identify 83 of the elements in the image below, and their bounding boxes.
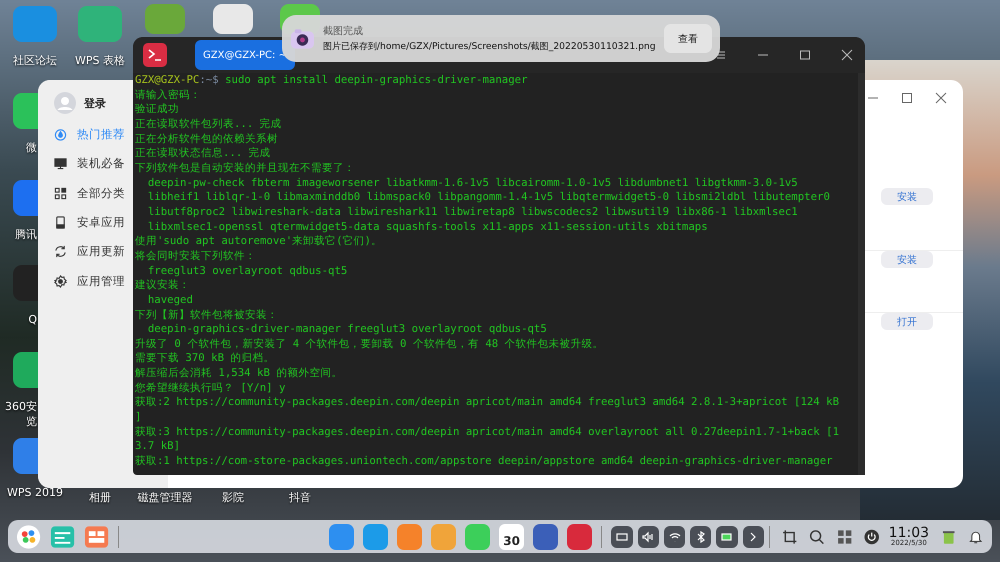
terminal-output-line: 正在读取状态信息... 完成 <box>135 146 271 161</box>
terminal-output-line: 正在分析软件包的依赖关系树 <box>135 132 278 146</box>
flame-icon <box>54 128 67 142</box>
action-button[interactable]: 安装 <box>881 188 933 205</box>
keyboard-icon[interactable] <box>611 526 633 548</box>
maximize-icon[interactable] <box>799 49 811 61</box>
icon-label: 社区论坛 <box>13 53 57 68</box>
chevron-icon[interactable] <box>742 526 764 548</box>
refresh-icon <box>54 245 67 258</box>
terminal-output-line: deepin-pw-check fbterm imageworsener libatkmm-1.6-1v5 libcairomm-1.0-1v5 libdumbnet1 libgtkmm-3.0-1v5 <box>146 176 798 190</box>
nav-item[interactable]: 装机必备 <box>54 149 125 179</box>
app-grid-icon[interactable] <box>84 524 110 550</box>
terminal-output-line: 将会同时安装下列软件： <box>135 248 256 264</box>
terminal-output-line: 获取:2 https://community-packages.deepin.com/deepin apricot/main amd64 freeglut3 amd64 2.8.1-3+apricot [124 kB <box>135 395 840 410</box>
clock-time[interactable]: 11:03 <box>888 526 930 540</box>
view-button[interactable]: 查看 <box>664 24 712 53</box>
icon-label: 微 <box>26 140 37 155</box>
terminal-output-line: 升级了 0 个软件包，新安装了 4 个软件包，要卸载 0 个软件包，有 48 个软件包未被升级。 <box>135 336 604 352</box>
notification-title: 截图完成 <box>322 24 364 38</box>
nav-item[interactable]: 应用管理 <box>54 266 125 296</box>
icon-label: 览 <box>26 414 37 429</box>
terminal-output-line: 获取:1 https://com-store-packages.uniontech.com/appstore deepin/appstore amd64 deepin-graphics-driver-manager <box>135 454 833 469</box>
calendar-icon[interactable]: 30 <box>499 524 524 550</box>
nav-item[interactable]: 全部分类 <box>54 178 125 208</box>
icon-label: 相册 <box>89 490 111 505</box>
nav-item[interactable]: 应用更新 <box>54 237 125 266</box>
terminal-output-line: libheif1 liblqr-1-0 libmaxminddb0 libmspack0 libpangomm-1.4-1v5 libqtermwidget5-0 libsmi2ldbl libutempter0 <box>146 190 830 205</box>
battery-icon[interactable] <box>716 526 738 548</box>
menu-icon[interactable] <box>715 49 727 61</box>
notification-message: 图片已保存到/home/GZX/Pictures/Screenshots/截图_20220530110321.png <box>322 40 656 53</box>
icon-label: Q <box>28 312 37 327</box>
close-icon[interactable] <box>841 49 853 61</box>
command-line: GZX@GZX-PC:~$ sudo apt install deepin-graphics-driver-manager <box>135 73 528 88</box>
app-icon[interactable] <box>13 93 38 129</box>
terminal-output-line: 3.7 kB] <box>135 439 180 454</box>
terminal-output-line: 请输入密码： <box>135 88 201 102</box>
action-button[interactable]: 安装 <box>881 251 933 268</box>
terminal-output-line: 正在读取软件包列表... 完成 <box>135 116 282 132</box>
app-icon[interactable] <box>13 352 38 388</box>
terminal-output-line: 验证成功 <box>135 102 179 117</box>
monitor-icon <box>54 157 67 170</box>
wifi-icon[interactable] <box>664 526 686 548</box>
bluetooth-icon[interactable] <box>690 526 712 548</box>
terminal-output-line: libxmlsec1-openssl qtermwidget5-data squashfs-tools x11-apps x11-session-utils xbitmaps <box>146 220 708 234</box>
trash-icon[interactable] <box>941 528 956 544</box>
screenshot-icon[interactable] <box>782 528 798 544</box>
gear-icon <box>54 274 67 288</box>
camera-icon <box>290 28 315 50</box>
icon-label: 影院 <box>222 490 244 505</box>
icon-label: 腾讯 <box>15 227 37 242</box>
terminal-output-line: 建议安装： <box>135 278 190 293</box>
terminal-output-line: freeglut3 overlayroot qdbus-qt5 <box>146 264 348 278</box>
notification-bell-icon[interactable] <box>968 528 984 544</box>
volume-icon[interactable] <box>638 526 659 548</box>
terminal-output-line: 下列软件包是自动安装的并且现在不需要了： <box>135 160 355 176</box>
launcher-icon[interactable] <box>16 524 42 550</box>
icon-label: 抖音 <box>289 490 311 505</box>
search-icon[interactable] <box>809 528 825 544</box>
icon-label: WPS 2019 <box>7 485 63 500</box>
terminal-output-line: 您希望继续执行吗？ [Y/n] y <box>135 380 286 396</box>
terminal-output-line: deepin-graphics-driver-manager freeglut3 overlayroot qdbus-qt5 <box>146 322 547 337</box>
maximize-icon[interactable] <box>901 92 913 104</box>
icon-label: WPS 表格 <box>75 53 125 68</box>
nav-item[interactable]: 安卓应用 <box>54 208 125 238</box>
terminal-output-line: ] <box>135 410 142 425</box>
terminal-output-line: 获取:3 https://community-packages.deepin.com/deepin apricot/main amd64 overlayroot all 0.27deepin1.7-1+back [1 <box>135 424 840 440</box>
grid-icon <box>54 186 67 200</box>
action-button[interactable]: 打开 <box>881 313 933 330</box>
app-icon[interactable] <box>213 4 253 34</box>
terminal-output-line: 解压缩后会消耗 1,534 kB 的额外空间。 <box>135 366 342 381</box>
icon-label: 磁盘管理器 <box>138 490 192 505</box>
app-icon[interactable] <box>13 438 38 474</box>
terminal-output-line: 需要下载 370 kB 的归档。 <box>135 351 274 366</box>
power-icon[interactable] <box>864 528 880 544</box>
phone-icon <box>54 216 67 230</box>
grid-icon[interactable] <box>836 528 852 544</box>
login-link[interactable]: 登录 <box>84 96 106 110</box>
icon-label: 360安 <box>5 399 37 414</box>
terminal-output-line: 使用'sudo apt autoremove'来卸载它(它们)。 <box>135 234 382 249</box>
close-icon[interactable] <box>935 92 947 104</box>
terminal-output-line: 下列【新】软件包将被安装： <box>135 308 278 322</box>
terminal-output-line: haveged <box>146 292 193 308</box>
terminal-output-line: libutf8proc2 libwireshark-data libwireshark11 libwiretap8 libwscodecs2 libwsutil9 libx86-1 libxmlsec1 <box>146 204 798 220</box>
